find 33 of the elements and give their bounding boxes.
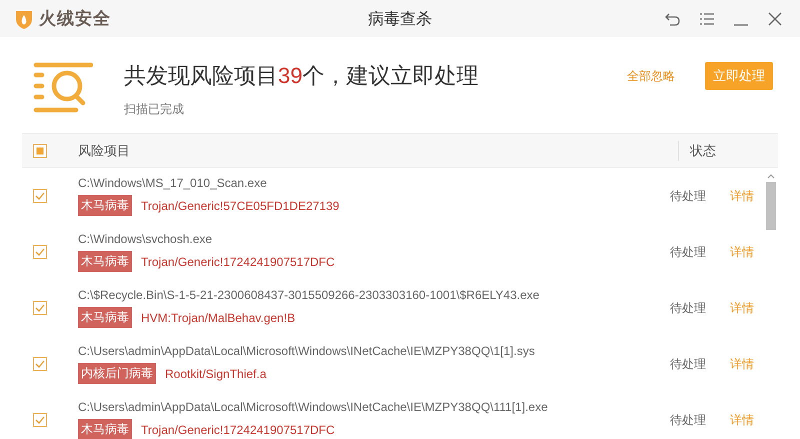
column-header: 风险项目 [78,142,131,160]
threat-name: Trojan/Generic!1724241907517DFC [141,254,335,268]
threat-name: HVM:Trojan/MalBehav.gen!B [141,310,296,324]
threat-type-tag: 木马病毒 [78,195,132,216]
details-link[interactable]: 详情 [730,412,754,428]
threat-type-tag: 木马病毒 [78,307,132,328]
threat-type-tag: 木马病毒 [78,251,132,272]
file-path: C:\Windows\MS_17_010_Scan.exe [78,176,268,190]
column-header: 状态 [678,140,778,160]
scan-status: 扫描已完成 [124,101,185,118]
threat-type-tag: 木马病毒 [78,419,132,439]
window-title: 病毒查杀 [368,11,432,28]
status-text: 待处理 [670,244,707,260]
details-link[interactable]: 详情 [730,244,754,260]
details-link[interactable]: 详情 [730,300,754,316]
threat-type-tag: 内核后门病毒 [78,363,156,384]
status-text: 待处理 [670,300,707,316]
file-path: C:\Users\admin\AppData\Local\Microsoft\Windows\INetCache\IE\MZPY38QQ\111[1].exe [78,400,549,414]
threat-name: Trojan/Generic!57CE05FD1DE27139 [141,198,340,212]
details-link[interactable]: 详情 [730,188,754,204]
ignore-all-link[interactable]: 全部忽略 [627,68,675,84]
file-path: C:\Users\admin\AppData\Local\Microsoft\Windows\INetCache\IE\MZPY38QQ\1[1].sys [78,344,536,358]
details-link[interactable]: 详情 [730,356,754,372]
threat-name: Rootkit/SignThief.a [165,366,266,380]
status-text: 待处理 [670,412,707,428]
status-text: 待处理 [670,356,707,372]
process-now-button[interactable]: 立即处理 [705,62,773,90]
file-path: C:\Windows\svchosh.exe [78,232,214,246]
threat-name: Trojan/Generic!1724241907517DFC [141,422,335,436]
scan-result-headline: 共发现风险项目 39个，建议立即处理 [124,62,478,90]
app-name: 火绒安全 [39,8,111,30]
file-path: C:\$Recycle.Bin\S-1-5-21-2300608437-3015509266-2303303160-1001\$R6ELY43.exe [78,288,540,302]
status-text: 待处理 [670,188,707,204]
